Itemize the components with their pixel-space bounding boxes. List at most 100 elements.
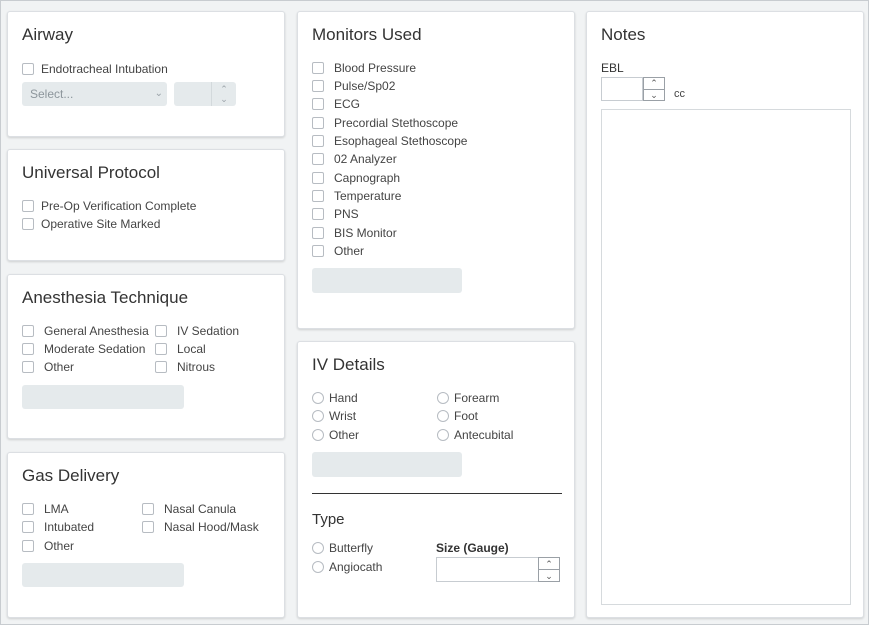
gas-delivery-title: Gas Delivery: [22, 466, 120, 485]
iv-size-label: Size (Gauge): [436, 541, 509, 555]
iv-size-spinner[interactable]: ⌃ ⌄: [538, 557, 560, 582]
checkbox-box[interactable]: [312, 62, 324, 74]
general-anesthesia-checkbox[interactable]: General Anesthesia: [22, 324, 149, 338]
checkbox-box[interactable]: [312, 80, 324, 92]
chevron-down-icon[interactable]: ⌄: [220, 94, 228, 104]
ebl-label: EBL: [601, 61, 624, 75]
technique-other-input[interactable]: [22, 385, 184, 409]
ebl-spinner[interactable]: ⌃ ⌄: [643, 77, 665, 101]
checkbox-box[interactable]: [142, 521, 154, 533]
monitor-label: Pulse/Sp02: [334, 79, 396, 93]
iv-forearm-radio[interactable]: Forearm: [437, 391, 499, 405]
monitor-ecg-checkbox[interactable]: ECG: [312, 97, 360, 111]
monitor-other-checkbox[interactable]: Other: [312, 244, 364, 258]
intubated-checkbox[interactable]: Intubated: [22, 520, 94, 534]
checkbox-box[interactable]: [312, 190, 324, 202]
checkbox-box[interactable]: [22, 343, 34, 355]
technique-other-checkbox[interactable]: Other: [22, 360, 74, 374]
checkbox-box[interactable]: [312, 208, 324, 220]
airway-select[interactable]: Select... ⌄: [22, 82, 167, 106]
monitor-other-input[interactable]: [312, 268, 462, 293]
monitor-precordial-checkbox[interactable]: Precordial Stethoscope: [312, 116, 458, 130]
radio-circle[interactable]: [312, 429, 324, 441]
monitor-temperature-checkbox[interactable]: Temperature: [312, 189, 401, 203]
airway-size-stepper[interactable]: ⌃ ⌄: [174, 82, 236, 106]
stepper-arrows[interactable]: ⌃ ⌄: [211, 82, 236, 106]
checkbox-box[interactable]: [155, 343, 167, 355]
iv-antecubital-radio[interactable]: Antecubital: [437, 428, 513, 442]
monitor-capnograph-checkbox[interactable]: Capnograph: [312, 171, 400, 185]
checkbox-box[interactable]: [312, 117, 324, 129]
checkbox-box[interactable]: [312, 153, 324, 165]
airway-select-value: Select...: [30, 87, 74, 101]
iv-foot-radio[interactable]: Foot: [437, 409, 478, 423]
spin-down-button[interactable]: ⌄: [538, 570, 560, 582]
local-label: Local: [177, 342, 206, 356]
pre-op-verification-checkbox[interactable]: Pre-Op Verification Complete: [22, 199, 196, 213]
iv-size-input[interactable]: [436, 557, 540, 582]
iv-other-radio[interactable]: Other: [312, 428, 359, 442]
nasal-hood-mask-label: Nasal Hood/Mask: [164, 520, 259, 534]
monitor-pns-checkbox[interactable]: PNS: [312, 207, 359, 221]
lma-label: LMA: [44, 502, 69, 516]
notes-title: Notes: [601, 25, 646, 44]
checkbox-box[interactable]: [22, 503, 34, 515]
radio-circle[interactable]: [312, 410, 324, 422]
monitor-bis-checkbox[interactable]: BIS Monitor: [312, 226, 397, 240]
checkbox-box[interactable]: [142, 503, 154, 515]
spin-up-button[interactable]: ⌃: [643, 77, 665, 90]
checkbox-box[interactable]: [155, 361, 167, 373]
iv-sedation-checkbox[interactable]: IV Sedation: [155, 324, 239, 338]
monitor-label: Temperature: [334, 189, 402, 203]
radio-circle[interactable]: [437, 392, 449, 404]
radio-circle[interactable]: [312, 542, 324, 554]
iv-wrist-radio[interactable]: Wrist: [312, 409, 356, 423]
notes-textarea[interactable]: [601, 109, 851, 605]
chevron-up-icon[interactable]: ⌃: [220, 84, 228, 94]
checkbox-box[interactable]: [155, 325, 167, 337]
checkbox-box[interactable]: [22, 361, 34, 373]
checkbox-box[interactable]: [22, 325, 34, 337]
radio-circle[interactable]: [312, 561, 324, 573]
iv-other-input[interactable]: [312, 452, 462, 477]
radio-circle[interactable]: [312, 392, 324, 404]
checkbox-box[interactable]: [22, 218, 34, 230]
monitor-blood-pressure-checkbox[interactable]: Blood Pressure: [312, 61, 416, 75]
monitor-label: PNS: [334, 207, 359, 221]
spin-up-button[interactable]: ⌃: [538, 557, 560, 570]
local-checkbox[interactable]: Local: [155, 342, 206, 356]
endotracheal-intubation-checkbox[interactable]: Endotracheal Intubation: [22, 62, 168, 76]
monitor-o2-analyzer-checkbox[interactable]: 02 Analyzer: [312, 152, 397, 166]
iv-angiocath-radio[interactable]: Angiocath: [312, 560, 382, 574]
nitrous-checkbox[interactable]: Nitrous: [155, 360, 215, 374]
airway-title: Airway: [22, 25, 74, 44]
iv-butterfly-radio[interactable]: Butterfly: [312, 541, 373, 555]
nasal-hood-mask-checkbox[interactable]: Nasal Hood/Mask: [142, 520, 259, 534]
checkbox-box[interactable]: [22, 521, 34, 533]
monitor-pulse-checkbox[interactable]: Pulse/Sp02: [312, 79, 395, 93]
monitor-label: Esophageal Stethoscope: [334, 134, 468, 148]
moderate-sedation-checkbox[interactable]: Moderate Sedation: [22, 342, 145, 356]
radio-circle[interactable]: [437, 429, 449, 441]
checkbox-box[interactable]: [312, 227, 324, 239]
checkbox-box[interactable]: [22, 540, 34, 552]
nasal-canula-checkbox[interactable]: Nasal Canula: [142, 502, 236, 516]
checkbox-box[interactable]: [22, 63, 34, 75]
monitor-esophageal-checkbox[interactable]: Esophageal Stethoscope: [312, 134, 467, 148]
ebl-input[interactable]: [601, 77, 643, 101]
checkbox-box[interactable]: [312, 172, 324, 184]
checkbox-box[interactable]: [312, 135, 324, 147]
checkbox-box[interactable]: [22, 200, 34, 212]
monitor-label: Precordial Stethoscope: [334, 116, 459, 130]
iv-hand-radio[interactable]: Hand: [312, 391, 358, 405]
lma-checkbox[interactable]: LMA: [22, 502, 69, 516]
gas-other-input[interactable]: [22, 563, 184, 587]
notes-card: Notes EBL ⌃ ⌄ cc: [586, 11, 864, 618]
gas-other-checkbox[interactable]: Other: [22, 539, 74, 553]
checkbox-box[interactable]: [312, 98, 324, 110]
monitor-label: Capnograph: [334, 171, 401, 185]
radio-circle[interactable]: [437, 410, 449, 422]
operative-site-marked-checkbox[interactable]: Operative Site Marked: [22, 217, 160, 231]
spin-down-button[interactable]: ⌄: [643, 89, 665, 101]
checkbox-box[interactable]: [312, 245, 324, 257]
